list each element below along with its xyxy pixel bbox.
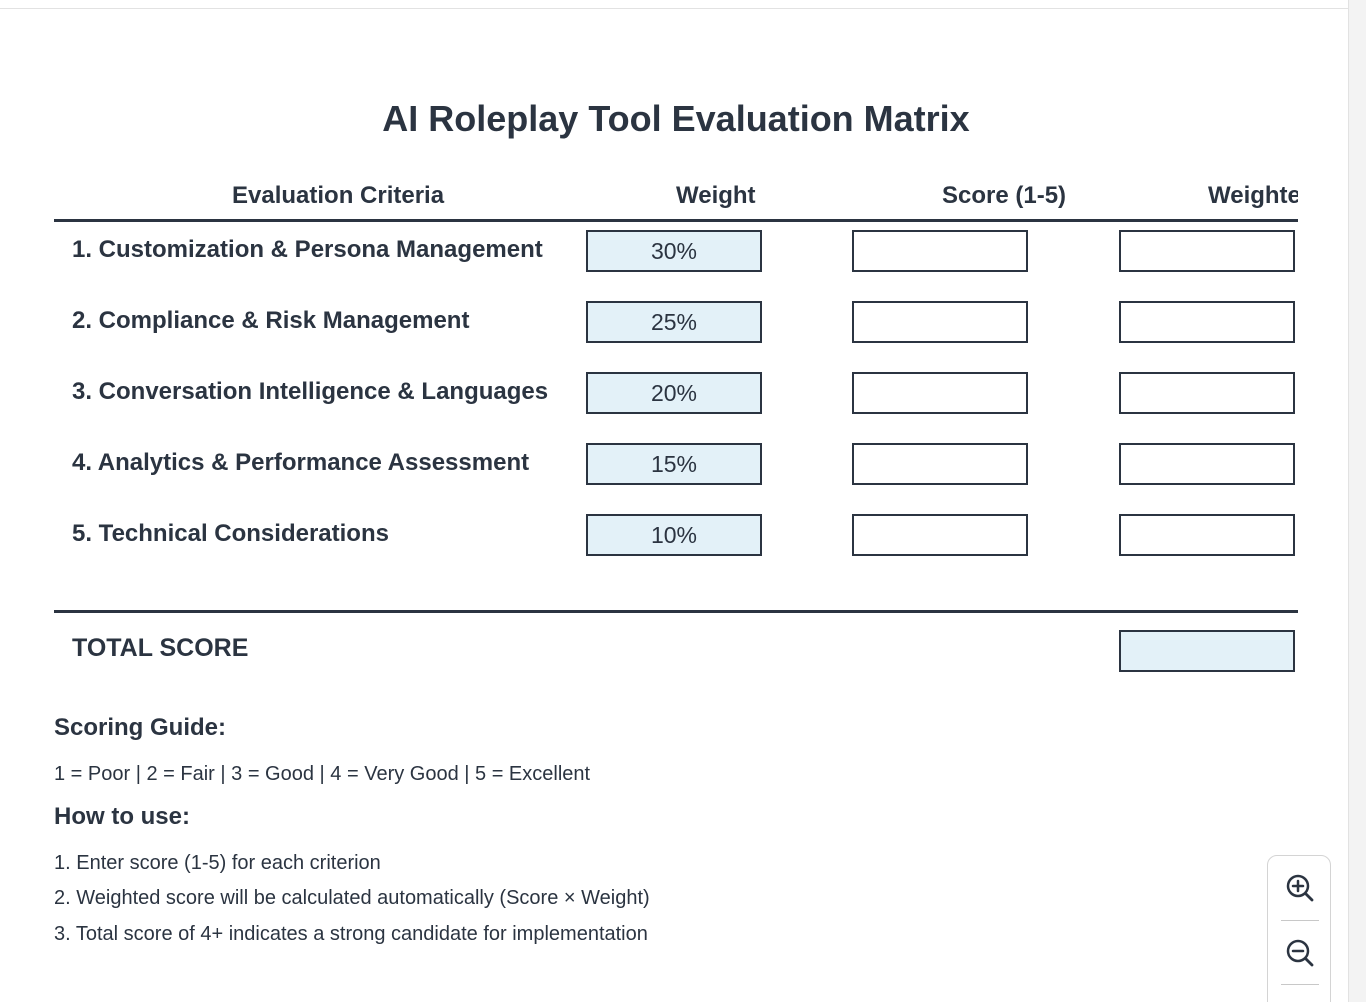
score-input[interactable]: [852, 443, 1028, 485]
header-weighted-clip: Weighted Score: [1200, 176, 1298, 216]
top-divider: [0, 0, 1349, 9]
score-input[interactable]: [852, 372, 1028, 414]
weighted-score-field: [1119, 372, 1295, 414]
zoom-divider: [1281, 920, 1319, 921]
how-to-use-title: How to use:: [54, 803, 190, 830]
score-input[interactable]: [852, 230, 1028, 272]
zoom-out-icon: [1286, 939, 1314, 967]
header-score: Score (1-5): [942, 182, 1067, 209]
zoom-in-icon: [1286, 874, 1314, 902]
criterion-label: 4. Analytics & Performance Assessment: [72, 449, 530, 476]
header-divider: [54, 219, 1298, 222]
criterion-label: 5. Technical Considerations: [72, 520, 389, 547]
criterion-label: 2. Compliance & Risk Management: [72, 307, 470, 334]
weight-field: [586, 514, 762, 556]
weighted-score-field: [1119, 443, 1295, 485]
instruction-step: 1. Enter score (1-5) for each criterion: [54, 852, 381, 874]
weight-field: [586, 443, 762, 485]
zoom-divider: [1281, 984, 1319, 985]
instruction-step: 3. Total score of 4+ indicates a strong …: [54, 923, 648, 945]
header-weight: Weight: [676, 182, 756, 209]
score-input[interactable]: [852, 301, 1028, 343]
zoom-controls: [1267, 855, 1331, 1002]
score-input[interactable]: [852, 514, 1028, 556]
criterion-label: 1. Customization & Persona Management: [72, 236, 543, 263]
scrollbar[interactable]: [1348, 0, 1366, 1002]
page-title: AI Roleplay Tool Evaluation Matrix: [382, 98, 970, 139]
weighted-score-field: [1119, 230, 1295, 272]
weighted-score-field: [1119, 514, 1295, 556]
weight-field: [586, 301, 762, 343]
page: AI Roleplay Tool Evaluation Matrix Evalu…: [0, 0, 1366, 1002]
zoom-in-button[interactable]: [1282, 870, 1318, 906]
instruction-step: 2. Weighted score will be calculated aut…: [54, 887, 650, 909]
total-score-field: [1119, 630, 1295, 672]
zoom-out-button[interactable]: [1282, 935, 1318, 971]
criterion-label: 3. Conversation Intelligence & Languages: [72, 378, 549, 405]
weight-field: [586, 372, 762, 414]
scoring-guide-text: 1 = Poor | 2 = Fair | 3 = Good | 4 = Ver…: [54, 763, 591, 785]
total-divider: [54, 610, 1298, 613]
header-weighted-score: Weighted Score: [1208, 182, 1298, 209]
total-score-label: TOTAL SCORE: [72, 634, 249, 662]
scoring-guide-title: Scoring Guide:: [54, 714, 227, 741]
header-criteria: Evaluation Criteria: [232, 182, 445, 209]
weighted-score-field: [1119, 301, 1295, 343]
weight-field: [586, 230, 762, 272]
